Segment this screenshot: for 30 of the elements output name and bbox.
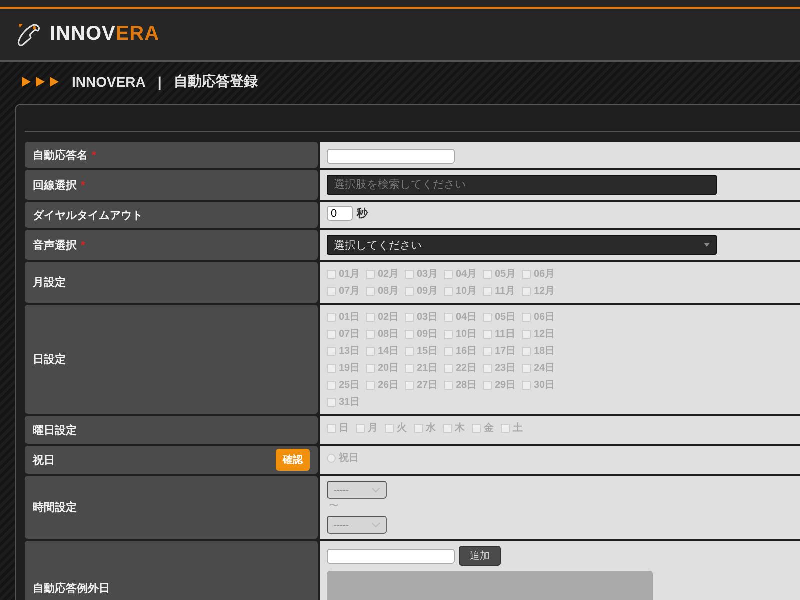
field-label: 自動応答例外日 bbox=[33, 583, 110, 595]
range-separator: 〜 bbox=[329, 500, 340, 513]
breadcrumb-link[interactable]: INNOVERA bbox=[72, 74, 146, 90]
logo-text: INNOVERA bbox=[50, 23, 160, 46]
caret-icon bbox=[372, 522, 380, 528]
page-title: 自動応答登録 bbox=[174, 73, 258, 91]
caret-icon bbox=[704, 243, 710, 247]
unit-label: 秒 bbox=[357, 206, 368, 221]
required-mark: * bbox=[92, 150, 96, 162]
date-field[interactable] bbox=[327, 548, 455, 564]
field-label: 月設定 bbox=[33, 277, 66, 289]
field-label: 曜日設定 bbox=[33, 424, 77, 436]
required-mark: * bbox=[81, 240, 86, 252]
field-label: ダイヤルタイムアウト bbox=[33, 210, 143, 222]
field-label: 時間設定 bbox=[33, 502, 77, 514]
caret-icon bbox=[372, 488, 380, 492]
search-field[interactable]: 選択肢を検索してください bbox=[327, 175, 717, 195]
field-label: 音声選択 bbox=[33, 240, 77, 252]
text-field[interactable] bbox=[327, 148, 455, 164]
field-label: 自動応答名 bbox=[33, 150, 88, 162]
required-mark: * bbox=[81, 180, 86, 192]
field-label: 回線選択 bbox=[33, 180, 77, 192]
add-button[interactable]: 追加 bbox=[459, 546, 501, 566]
field-label: 日設定 bbox=[33, 354, 66, 366]
number-field[interactable]: 0 bbox=[327, 206, 353, 221]
phone-handset-icon bbox=[16, 22, 42, 48]
triple-arrow-icon bbox=[22, 76, 60, 88]
breadcrumb-separator: | bbox=[158, 74, 162, 90]
dropdown[interactable]: 選択してください bbox=[327, 235, 717, 255]
field-label: 祝日 bbox=[33, 454, 55, 466]
